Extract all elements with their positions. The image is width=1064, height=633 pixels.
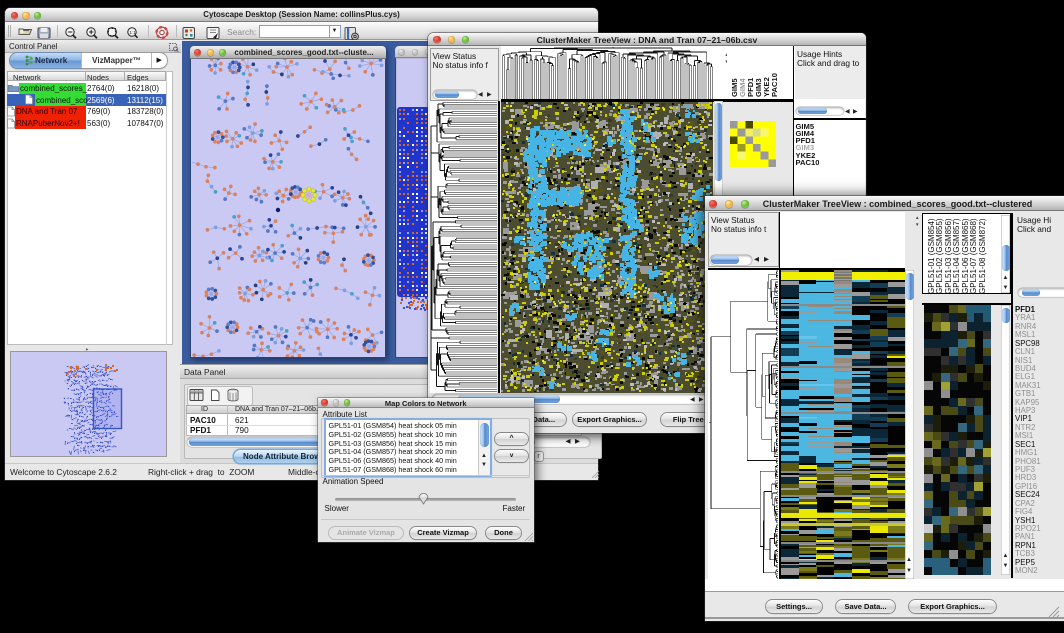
svg-text:1:1: 1:1 [130,30,137,35]
